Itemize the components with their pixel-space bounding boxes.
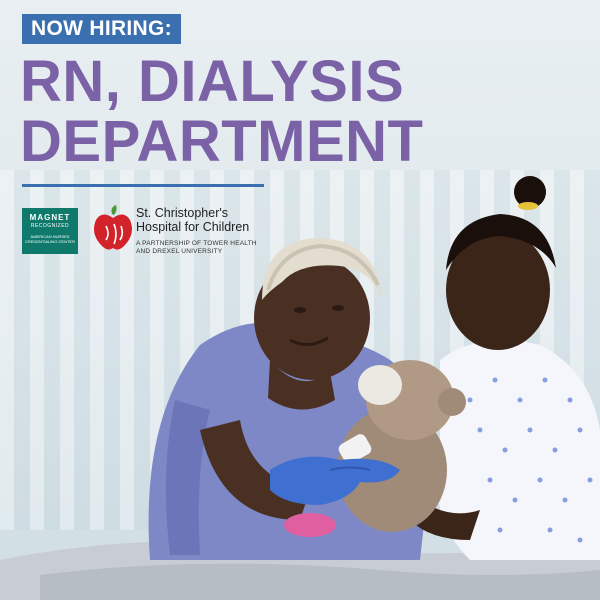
divider-rule: [22, 184, 264, 187]
headline-line-1: RN, DIALYSIS: [20, 49, 405, 114]
hospital-partnership: A PARTNERSHIP OF TOWER HEALTH AND DREXEL…: [136, 240, 257, 256]
now-hiring-badge: NOW HIRING:: [22, 14, 181, 44]
hospital-name: St. Christopher's Hospital for Children: [136, 206, 249, 234]
magnet-label: MAGNET: [29, 213, 71, 222]
magnet-issuer-label: AMERICAN NURSES CREDENTIALING CENTER: [24, 234, 75, 244]
hospital-name-line-2: Hospital for Children: [136, 220, 250, 234]
job-title-headline: RN, DIALYSIS DEPARTMENT: [20, 52, 423, 172]
hiring-poster: NOW HIRING: RN, DIALYSIS DEPARTMENT MAGN…: [0, 0, 600, 600]
apple-heart-icon: [94, 205, 132, 250]
partnership-line-2: AND DREXEL UNIVERSITY: [136, 248, 223, 255]
headline-line-2: DEPARTMENT: [20, 109, 424, 174]
partnership-line-1: A PARTNERSHIP OF TOWER HEALTH: [136, 240, 257, 247]
hospital-logo: St. Christopher's Hospital for Children …: [92, 204, 282, 264]
magnet-recognized-logo: MAGNET RECOGNIZED AMERICAN NURSES CREDEN…: [22, 208, 78, 254]
magnet-recognized-label: RECOGNIZED: [30, 223, 70, 229]
hospital-name-line-1: St. Christopher's: [136, 206, 229, 220]
